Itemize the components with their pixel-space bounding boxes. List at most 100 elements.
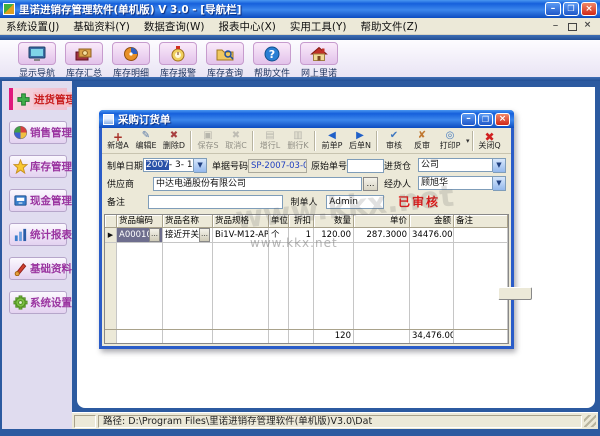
cell-item-name[interactable]: 接近开关 … (163, 228, 213, 242)
orig-no-input[interactable] (347, 159, 384, 173)
col-unit[interactable]: 单位 (269, 215, 289, 228)
delete-row-button[interactable]: 删行K (284, 131, 312, 150)
toolbar-stock-summary-button[interactable]: 库存汇总 (63, 42, 105, 79)
date-picker[interactable]: 2007- 3- 1 (143, 158, 207, 173)
menu-system-settings[interactable]: 系统设置(J) (6, 19, 59, 34)
sidebar-item-sales[interactable]: 销售管理 (9, 121, 67, 144)
grid-empty-area (105, 243, 508, 329)
mdi-close-button[interactable] (581, 20, 594, 32)
audit-button[interactable]: 审核 (380, 131, 408, 150)
toolbar-stock-detail-button[interactable]: 库存明细 (110, 42, 152, 79)
cell-discount[interactable]: 1 (289, 228, 314, 242)
mdi-restore-button[interactable] (565, 20, 578, 32)
toolbar-separator (376, 131, 378, 151)
alarm-icon (168, 46, 188, 62)
toolbar-separator (252, 131, 254, 151)
cell-unit[interactable]: 个 (269, 228, 289, 242)
dialog-minimize-button[interactable] (461, 113, 476, 126)
resize-grip[interactable] (584, 415, 596, 427)
dialog-title: 采购订货单 (118, 112, 461, 127)
sidebar-item-purchase[interactable]: 进货管理 (9, 88, 67, 110)
delete-button[interactable]: 删除D (160, 131, 188, 150)
code-lookup-button[interactable]: … (149, 228, 160, 242)
dialog-close-button[interactable] (495, 113, 510, 126)
menu-report-center[interactable]: 报表中心(X) (218, 19, 275, 34)
window-title: 里诺进销存管理软件(单机版) V 3.0 - [导航栏] (19, 2, 545, 17)
menu-tools[interactable]: 实用工具(Y) (290, 19, 347, 34)
home-icon (309, 46, 329, 62)
grid-header-row: 货品编码 货品名称 货品规格 单位 折扣 数量 单价 金额 备注 (105, 215, 508, 228)
edit-button[interactable]: 编辑E (132, 131, 160, 150)
warehouse-select[interactable]: 公司 (418, 158, 506, 173)
col-discount[interactable]: 折扣 (289, 215, 314, 228)
menu-base-data[interactable]: 基础资料(Y) (73, 19, 130, 34)
close-order-button[interactable]: 关闭Q (476, 131, 504, 150)
toolbar-stock-alert-button[interactable]: 库存报警 (157, 42, 199, 79)
gear-icon (12, 295, 28, 311)
chevron-down-icon[interactable] (493, 158, 506, 173)
cell-quantity[interactable]: 120.00 (314, 228, 354, 242)
doc-no-value: SP-2007-03-01-0001 (248, 159, 307, 173)
supplier-label: 供应商 (107, 177, 153, 190)
col-item-code[interactable]: 货品编码 (117, 215, 163, 228)
grid-totals-row: 120 34,476.00 (105, 329, 508, 343)
mdi-minimize-button[interactable] (549, 20, 562, 32)
sidebar-item-cash[interactable]: 现金管理 (9, 189, 67, 212)
cancel-button[interactable]: 取消C (222, 131, 250, 150)
date-label: 制单日期 (107, 159, 143, 172)
dialog-maximize-button[interactable] (478, 113, 493, 126)
table-row[interactable]: A00010 … 接近开关 … Bi1V-M12-AP6Z-H 个 1 120.… (105, 228, 508, 243)
toolbar-show-navigation-button[interactable]: 显示导航 (16, 42, 58, 79)
minimize-button[interactable] (545, 2, 561, 16)
scrollbar-thumb[interactable] (498, 287, 532, 300)
print-button[interactable]: 打印P (436, 131, 464, 150)
cell-amount[interactable]: 34476.00 (410, 228, 454, 242)
doc-no-label: 单据号码 (212, 159, 248, 172)
remark-label: 备注 (107, 195, 148, 208)
col-unit-price[interactable]: 单价 (354, 215, 410, 228)
next-order-button[interactable]: 后单N (346, 131, 374, 150)
cash-box-icon (12, 193, 28, 209)
col-remark[interactable]: 备注 (454, 215, 508, 228)
maker-label: 制单人 (291, 195, 327, 208)
new-button[interactable]: 新增A (104, 131, 132, 150)
col-item-name[interactable]: 货品名称 (163, 215, 213, 228)
supplier-browse-button[interactable]: … (363, 177, 378, 191)
col-quantity[interactable]: 数量 (314, 215, 354, 228)
app-icon (3, 3, 15, 15)
col-amount[interactable]: 金额 (410, 215, 454, 228)
toolbar-online-button[interactable]: 网上里诺 (298, 42, 340, 79)
main-toolbar: 显示导航 库存汇总 库存明细 库存报警 库存查询 ? 帮助文件 (0, 40, 600, 77)
sidebar-item-system[interactable]: 系统设置 (9, 291, 67, 314)
remark-input[interactable] (148, 195, 283, 209)
restore-button[interactable] (563, 2, 579, 16)
sidebar-item-base-data[interactable]: 基础资料 (9, 257, 67, 280)
menu-help[interactable]: 帮助文件(Z) (360, 19, 417, 34)
add-row-button[interactable]: 增行L (256, 131, 284, 150)
sidebar-item-inventory[interactable]: 库存管理 (9, 155, 67, 178)
save-button[interactable]: 保存S (194, 131, 222, 150)
agent-select[interactable]: 顾旭华 (418, 176, 506, 191)
chevron-down-icon[interactable] (493, 176, 506, 191)
supplier-input[interactable]: 中达电通股份有限公司 (153, 177, 362, 191)
print-dropdown-caret[interactable]: ▾ (466, 137, 470, 145)
previous-order-button[interactable]: 前单P (318, 131, 346, 150)
status-bar: 路径: D:\Program Files\里诺进销存管理软件(单机版)V3.0\… (72, 412, 598, 429)
cell-remark[interactable] (454, 228, 508, 242)
unaudit-button[interactable]: 反审 (408, 131, 436, 150)
close-button[interactable] (581, 2, 597, 16)
folder-search-icon (215, 46, 235, 62)
toolbar-separator (190, 131, 192, 151)
toolbar-help-button[interactable]: ? 帮助文件 (251, 42, 293, 79)
cell-unit-price[interactable]: 287.3000 (354, 228, 410, 242)
sidebar-item-reports[interactable]: 统计报表 (9, 223, 67, 246)
help-icon: ? (263, 46, 281, 62)
chevron-down-icon[interactable] (194, 158, 207, 173)
menu-data-query[interactable]: 数据查询(W) (144, 19, 205, 34)
toolbar-stock-query-button[interactable]: 库存查询 (204, 42, 246, 79)
title-bar: 里诺进销存管理软件(单机版) V 3.0 - [导航栏] (0, 0, 600, 18)
cell-item-code[interactable]: A00010 … (117, 228, 163, 242)
col-item-spec[interactable]: 货品规格 (213, 215, 269, 228)
name-lookup-button[interactable]: … (199, 228, 210, 242)
cell-item-spec[interactable]: Bi1V-M12-AP6Z-H (213, 228, 269, 242)
